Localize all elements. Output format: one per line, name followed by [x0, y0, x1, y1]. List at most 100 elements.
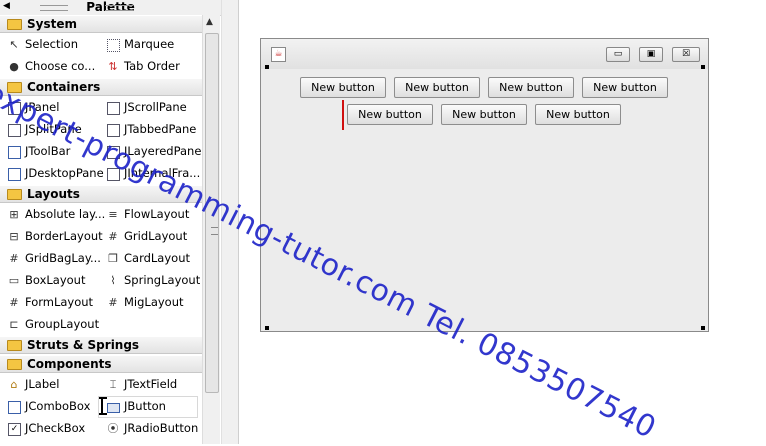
palette-item-choose-component[interactable]: ● Choose co... — [0, 57, 98, 77]
selection-handle[interactable] — [265, 65, 269, 69]
spring-layout-icon: ⌇ — [110, 274, 116, 287]
radio-button-icon: ⦿ — [107, 422, 119, 435]
text-cursor-icon — [99, 397, 107, 415]
category-system[interactable]: System — [0, 15, 202, 33]
item-label: SpringLayout — [124, 273, 201, 287]
new-button[interactable]: New button — [394, 77, 480, 98]
form-layout-icon: # — [9, 296, 19, 309]
scroll-up-arrow-icon[interactable]: ▲ — [206, 17, 213, 27]
item-label: JInternalFra... — [124, 166, 201, 180]
item-label: GroupLayout — [25, 317, 100, 331]
category-layouts[interactable]: Layouts — [0, 185, 202, 203]
tab-order-icon: ⇅ — [108, 60, 118, 73]
maximize-button[interactable]: ▣ — [639, 47, 663, 62]
internalframe-icon — [107, 168, 120, 181]
drop-position-marker — [342, 100, 344, 130]
new-button[interactable]: New button — [441, 104, 527, 125]
item-label: Selection — [25, 37, 78, 51]
toolbar-icon — [8, 146, 21, 159]
gridbag-layout-icon: # — [9, 252, 19, 265]
new-button[interactable]: New button — [488, 77, 574, 98]
item-label: Choose co... — [25, 59, 96, 73]
palette-item-jtabbedpane[interactable]: JTabbedPane — [99, 120, 197, 140]
palette-item-jpanel[interactable]: JPanel — [0, 98, 98, 118]
minimize-button[interactable]: ▭ — [606, 47, 630, 62]
selection-handle[interactable] — [701, 65, 705, 69]
mig-layout-icon: # — [108, 296, 118, 309]
palette-item-jlabel[interactable]: ⌂ JLabel — [0, 375, 98, 395]
palette-item-jtextfield[interactable]: ⌶ JTextField — [99, 375, 197, 395]
palette-item-jtoolbar[interactable]: JToolBar — [0, 142, 98, 162]
tabbedpane-icon — [107, 124, 120, 137]
item-label: JScrollPane — [124, 100, 187, 114]
palette-item-absolute-layout[interactable]: ⊞ Absolute lay... — [0, 205, 105, 225]
palette-item-cardlayout[interactable]: ❐ CardLayout — [99, 249, 197, 269]
new-button[interactable]: New button — [347, 104, 433, 125]
selection-handle[interactable] — [265, 326, 269, 330]
category-label: Struts & Springs — [27, 338, 140, 352]
category-containers[interactable]: Containers — [0, 78, 202, 96]
item-label: BoxLayout — [25, 273, 86, 287]
palette-item-jbutton[interactable]: JButton — [98, 396, 198, 418]
category-struts-springs[interactable]: Struts & Springs — [0, 336, 202, 354]
palette-item-marquee[interactable]: Marquee — [99, 35, 197, 55]
frame-titlebar[interactable]: ☕ ▭ ▣ ☒ — [261, 39, 708, 69]
palette-item-jradiobutton[interactable]: ⦿ JRadioButton — [99, 419, 199, 439]
item-label: Absolute lay... — [25, 207, 106, 221]
textfield-icon: ⌶ — [109, 378, 117, 391]
palette-scrollbar[interactable]: ▲ — [202, 15, 220, 444]
scrollbar-thumb[interactable] — [205, 33, 219, 393]
category-label: Layouts — [27, 187, 80, 201]
palette-splitter[interactable] — [221, 0, 239, 444]
item-label: JToolBar — [25, 144, 71, 158]
item-label: JTextField — [124, 377, 178, 391]
palette-item-boxlayout[interactable]: ▭ BoxLayout — [0, 271, 98, 291]
label-icon: ⌂ — [10, 378, 18, 391]
category-label: Components — [27, 357, 112, 371]
selection-handle[interactable] — [701, 326, 705, 330]
item-label: JComboBox — [25, 399, 91, 413]
palette-item-miglayout[interactable]: # MigLayout — [99, 293, 197, 313]
palette-header: ◀ Palette — [0, 0, 221, 16]
category-label: Containers — [27, 80, 101, 94]
box-layout-icon: ▭ — [8, 274, 20, 287]
palette-item-selection[interactable]: ↖ Selection — [0, 35, 98, 55]
close-button[interactable]: ☒ — [672, 47, 700, 62]
item-label: JLabel — [25, 377, 60, 391]
palette-item-grouplayout[interactable]: ⊏ GroupLayout — [0, 315, 100, 335]
palette-item-tab-order[interactable]: ⇅ Tab Order — [99, 57, 197, 77]
palette-item-gridlayout[interactable]: # GridLayout — [99, 227, 197, 247]
palette-item-jinternalframe[interactable]: JInternalFra... — [99, 164, 201, 184]
button-icon — [107, 403, 120, 413]
item-label: GridBagLay... — [25, 251, 101, 265]
new-button[interactable]: New button — [535, 104, 621, 125]
palette-item-jdesktoppane[interactable]: JDesktopPane — [0, 164, 104, 184]
palette-item-springlayout[interactable]: ⌇ SpringLayout — [99, 271, 201, 291]
palette-item-jlayeredpane[interactable]: JLayeredPane — [99, 142, 201, 162]
item-label: BorderLayout — [25, 229, 103, 243]
beans-icon: ● — [9, 60, 19, 73]
java-icon: ☕ — [271, 47, 286, 62]
palette-item-flowlayout[interactable]: ≡ FlowLayout — [99, 205, 197, 225]
palette-item-gridbaglayout[interactable]: # GridBagLay... — [0, 249, 101, 269]
border-layout-icon: ⊟ — [9, 230, 19, 243]
item-label: JPanel — [25, 100, 60, 114]
layeredpane-icon — [107, 146, 120, 159]
new-button[interactable]: New button — [300, 77, 386, 98]
palette-item-jscrollpane[interactable]: JScrollPane — [99, 98, 197, 118]
palette-item-formlayout[interactable]: # FormLayout — [0, 293, 98, 313]
category-label: System — [27, 17, 77, 31]
new-button[interactable]: New button — [582, 77, 668, 98]
category-components[interactable]: Components — [0, 355, 202, 373]
item-label: CardLayout — [124, 251, 190, 265]
item-label: Tab Order — [124, 59, 180, 73]
palette-item-borderlayout[interactable]: ⊟ BorderLayout — [0, 227, 102, 247]
palette-item-jcombobox[interactable]: JComboBox — [0, 397, 98, 417]
checkbox-icon: ✓ — [8, 423, 21, 436]
palette-item-jsplitpane[interactable]: JSplitPane — [0, 120, 98, 140]
palette-panel: ◀ Palette System ↖ Selection Marquee ● C… — [0, 0, 221, 444]
palette-item-jcheckbox[interactable]: ✓ JCheckBox — [0, 419, 98, 439]
item-label: JDesktopPane — [25, 166, 104, 180]
item-label: Marquee — [124, 37, 175, 51]
splitpane-icon — [8, 124, 21, 137]
